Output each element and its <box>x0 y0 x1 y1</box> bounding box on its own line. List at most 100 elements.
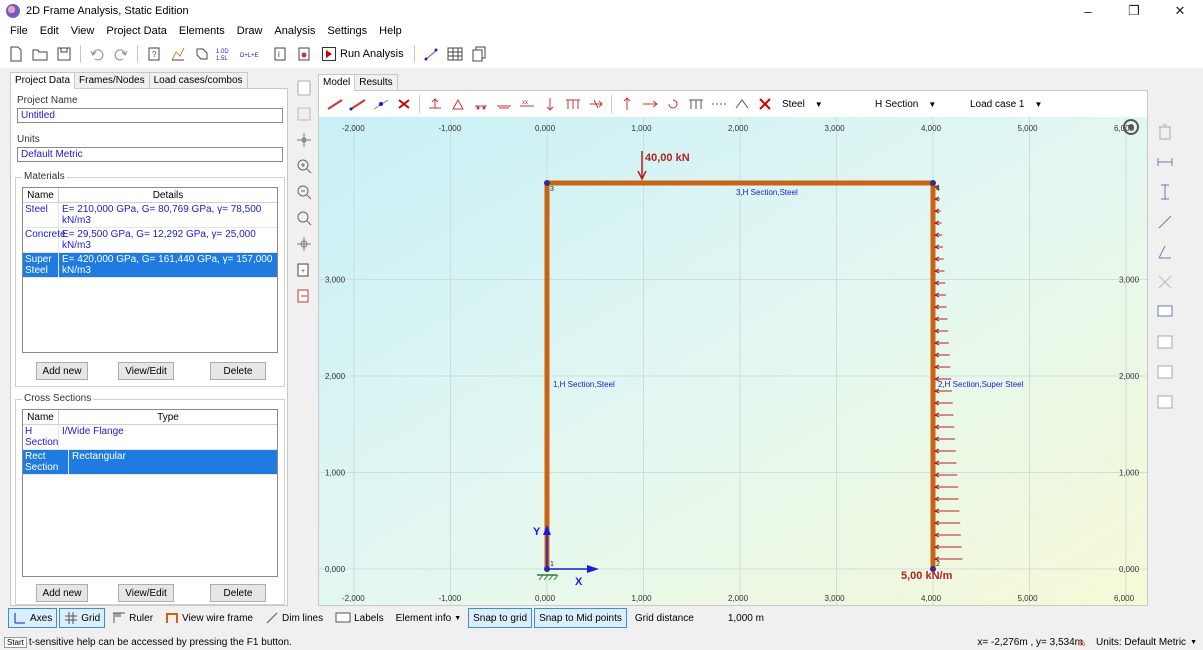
section-row[interactable]: H Section I/Wide Flange <box>23 425 277 450</box>
section-row-selected[interactable]: Rect Section Rectangular <box>23 450 277 475</box>
distributed-load-icon[interactable] <box>563 94 583 114</box>
model-canvas[interactable]: -2,000 -2,000 -1,000 -1,000 0,000 0,000 1,000 1… <box>319 117 1147 605</box>
support-fixed-icon[interactable] <box>425 94 445 114</box>
report-icon[interactable] <box>294 44 314 64</box>
beam-load-icon[interactable] <box>686 94 706 114</box>
tab-project-data[interactable]: Project Data <box>10 72 76 89</box>
trash-icon[interactable] <box>1155 122 1175 142</box>
menu-project-data[interactable]: Project Data <box>100 25 173 37</box>
grid-distance-value[interactable]: 1,000 m <box>722 613 770 624</box>
menu-view[interactable]: View <box>65 25 101 37</box>
draw-frame-multi-icon[interactable] <box>348 94 368 114</box>
element-info-dropdown[interactable]: Element info ▼ <box>391 608 467 628</box>
zoom-in-icon[interactable] <box>294 156 314 176</box>
material-row[interactable]: Steel E= 210,000 GPa, G= 80,769 GPa, γ= … <box>23 203 277 228</box>
tab-frames-nodes[interactable]: Frames/Nodes <box>74 72 150 88</box>
hinge-icon[interactable]: xx <box>517 94 537 114</box>
zoom-out-icon[interactable] <box>294 182 314 202</box>
select-icon[interactable] <box>294 104 314 124</box>
diagram-icon[interactable] <box>168 44 188 64</box>
snap-to-grid-toggle[interactable]: Snap to grid <box>468 608 533 628</box>
dimension-vertical-icon[interactable] <box>1155 182 1175 202</box>
zoom-window-icon[interactable] <box>294 208 314 228</box>
axial-load-icon[interactable] <box>709 94 729 114</box>
ruler-toggle[interactable]: Ruler <box>107 608 158 628</box>
units-selector[interactable]: % Units: Default Metric ▼ <box>1078 636 1197 649</box>
section-combo[interactable]: H Section ▼ <box>871 96 963 112</box>
delete-material-button[interactable]: Delete <box>210 362 266 380</box>
menu-settings[interactable]: Settings <box>321 25 373 37</box>
project-name-field[interactable]: Untitled <box>17 108 283 123</box>
point-load-icon[interactable] <box>617 94 637 114</box>
delete-frame-icon[interactable] <box>394 94 414 114</box>
menu-elements[interactable]: Elements <box>173 25 231 37</box>
units-field[interactable]: Default Metric <box>17 147 283 162</box>
menu-file[interactable]: File <box>4 25 34 37</box>
moment-load-icon[interactable] <box>586 94 606 114</box>
pan-icon[interactable] <box>294 130 314 150</box>
grid-toggle[interactable]: Grid <box>59 608 106 628</box>
material-row[interactable]: Concrete E= 29,500 GPa, G= 12,292 GPa, γ… <box>23 228 277 253</box>
spring-support-icon[interactable] <box>494 94 514 114</box>
rotation-icon[interactable] <box>663 94 683 114</box>
vertical-load-icon[interactable] <box>540 94 560 114</box>
run-analysis-button[interactable]: Run Analysis <box>318 47 408 61</box>
start-button[interactable]: Start <box>4 636 27 648</box>
dim-lines-toggle[interactable]: Dim lines <box>260 608 328 628</box>
sections-list[interactable]: Name Type H Section I/Wide Flange Rect S… <box>22 409 278 577</box>
menu-analysis[interactable]: Analysis <box>268 25 321 37</box>
draw-frame-icon[interactable] <box>325 94 345 114</box>
info-icon[interactable]: i <box>270 44 290 64</box>
remove-loads-icon[interactable] <box>755 94 775 114</box>
blank-page-icon[interactable] <box>294 78 314 98</box>
load-case-chip-icon[interactable]: D+L+E <box>240 44 266 64</box>
pages-icon[interactable] <box>469 44 489 64</box>
dimension-aligned-icon[interactable] <box>1155 212 1175 232</box>
temperature-load-icon[interactable] <box>732 94 752 114</box>
zoom-extents-icon[interactable] <box>294 234 314 254</box>
snap-to-mid-toggle[interactable]: Snap to Mid points <box>534 608 627 628</box>
export-image-icon[interactable] <box>294 286 314 306</box>
dimension-arc-icon[interactable] <box>1155 272 1175 292</box>
note-list-icon[interactable] <box>1155 362 1175 382</box>
add-section-button[interactable]: Add new <box>36 584 88 602</box>
delete-section-button[interactable]: Delete <box>210 584 266 602</box>
wire-frame-toggle[interactable]: View wire frame <box>160 608 258 628</box>
new-file-icon[interactable] <box>6 44 26 64</box>
menu-edit[interactable]: Edit <box>34 25 65 37</box>
draw-node-icon[interactable] <box>371 94 391 114</box>
horizontal-load-icon[interactable] <box>640 94 660 114</box>
labels-toggle[interactable]: Labels <box>330 608 388 628</box>
note-edit-icon[interactable] <box>1155 332 1175 352</box>
table-icon[interactable] <box>445 44 465 64</box>
close-button[interactable]: ✕ <box>1157 0 1203 22</box>
note-icon[interactable] <box>1155 302 1175 322</box>
note-delete-icon[interactable] <box>1155 392 1175 412</box>
add-material-button[interactable]: Add new <box>36 362 88 380</box>
menu-help[interactable]: Help <box>373 25 408 37</box>
minimize-button[interactable]: – <box>1065 0 1111 22</box>
material-combo[interactable]: Steel ▼ <box>778 96 868 112</box>
dimension-angle-icon[interactable] <box>1155 242 1175 262</box>
support-pinned-icon[interactable] <box>448 94 468 114</box>
redo-icon[interactable] <box>111 44 131 64</box>
copy-icon[interactable]: + <box>294 260 314 280</box>
edit-section-button[interactable]: View/Edit <box>118 584 174 602</box>
tab-load-cases[interactable]: Load cases/combos <box>148 72 248 88</box>
load-combo-icon[interactable]: 1.0D 1.5L <box>216 44 236 64</box>
maximize-button[interactable]: ❐ <box>1111 0 1157 22</box>
materials-list[interactable]: Name Details Steel E= 210,000 GPa, G= 80… <box>22 187 278 353</box>
edit-material-button[interactable]: View/Edit <box>118 362 174 380</box>
tab-model[interactable]: Model <box>318 74 356 91</box>
properties-icon[interactable]: ? <box>144 44 164 64</box>
support-roller-icon[interactable] <box>471 94 491 114</box>
beam-3d-icon[interactable] <box>192 44 212 64</box>
dimension-horizontal-icon[interactable] <box>1155 152 1175 172</box>
menu-draw[interactable]: Draw <box>231 25 269 37</box>
open-folder-icon[interactable] <box>30 44 50 64</box>
load-case-combo[interactable]: Load case 1 ▼ <box>966 96 1066 112</box>
axes-toggle[interactable]: Axes <box>8 608 58 628</box>
save-icon[interactable] <box>54 44 74 64</box>
material-row-selected[interactable]: Super Steel E= 420,000 GPa, G= 161,440 G… <box>23 253 277 278</box>
tab-results[interactable]: Results <box>354 74 398 90</box>
